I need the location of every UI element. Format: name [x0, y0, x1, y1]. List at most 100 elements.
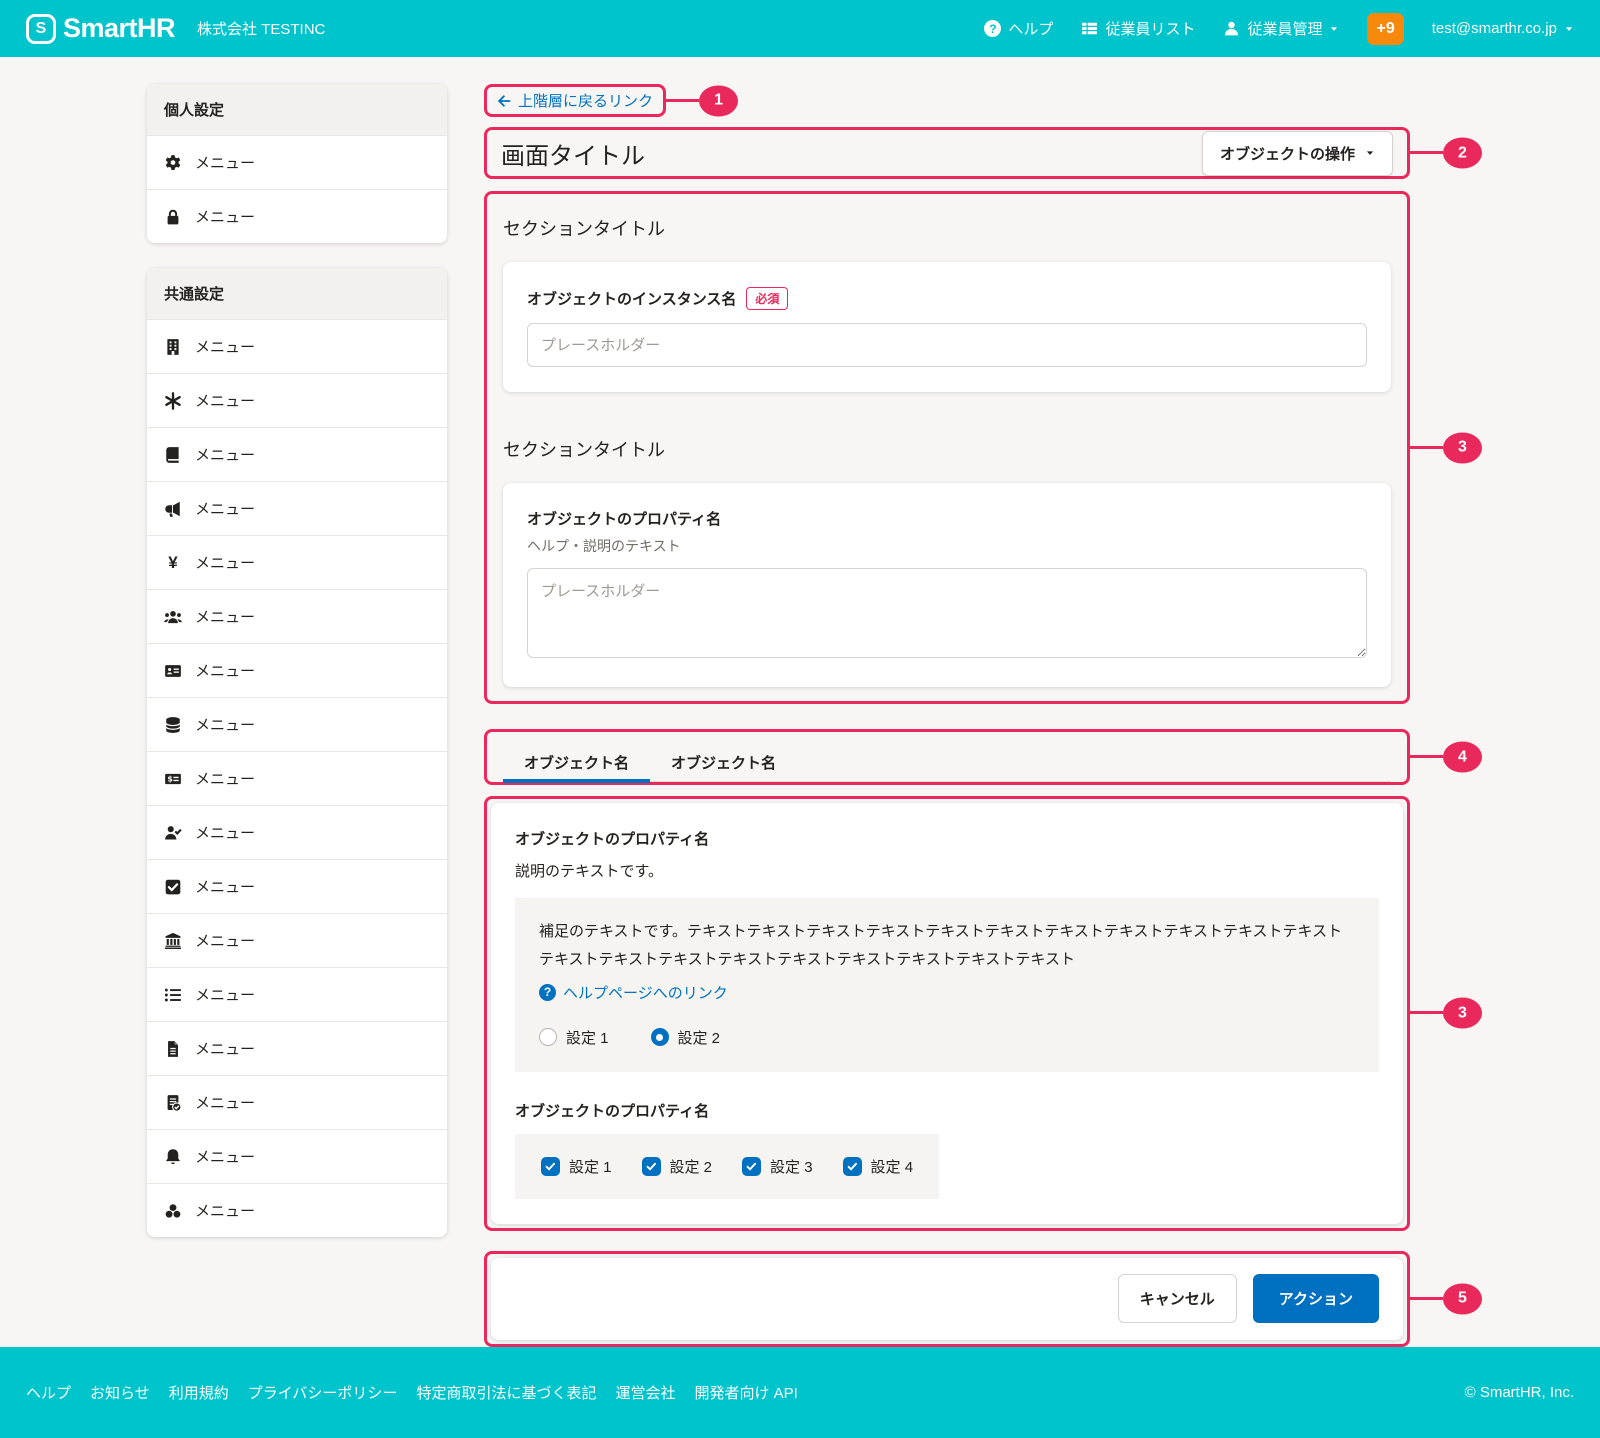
annotation-number-badge: 5 — [1443, 1283, 1482, 1314]
sidebar-item-menu[interactable]: メニュー — [147, 1075, 447, 1129]
options-card: オブジェクトのプロパティ名 説明のテキストです。 補足のテキストです。テキストテ… — [491, 803, 1403, 1224]
lock-icon — [164, 208, 182, 226]
sidebar-group-title: 共通設定 — [147, 268, 447, 319]
checkbox-option-3[interactable]: 設定 3 — [742, 1156, 813, 1177]
yen-icon: ¥ — [164, 553, 182, 573]
annotation-connector — [1407, 1011, 1443, 1014]
app-header: S SmartHR 株式会社 TESTINC ? ヘルプ 従業員リスト 従業員管… — [0, 0, 1600, 57]
radio-unchecked-icon — [539, 1028, 557, 1046]
help-nav-link[interactable]: ? ヘルプ — [984, 18, 1053, 39]
supplement-text: 補足のテキストです。テキストテキストテキストテキストテキストテキストテキストテキ… — [539, 918, 1355, 974]
checkbox-checked-icon — [541, 1157, 560, 1176]
sidebar-item-menu[interactable]: メニュー — [147, 913, 447, 967]
sidebar-item-menu[interactable]: メニュー — [147, 1021, 447, 1075]
sidebar-item-menu[interactable]: メニュー — [147, 373, 447, 427]
sidebar-item-menu[interactable]: メニュー — [147, 805, 447, 859]
checkbox-checked-icon — [742, 1157, 761, 1176]
money-check-icon: $ — [164, 770, 182, 788]
employee-admin-menu[interactable]: 従業員管理 — [1223, 18, 1339, 39]
annotation-number-badge: 2 — [1443, 138, 1482, 169]
annotation-box-tabs: オブジェクト名 オブジェクト名 4 — [484, 729, 1410, 785]
app-footer: ヘルプ お知らせ 利用規約 プライバシーポリシー 特定商取引法に基づく表記 運営… — [0, 1347, 1600, 1438]
arrow-left-icon — [497, 94, 511, 108]
annotation-box-page-title: 画面タイトル オブジェクトの操作 2 — [484, 127, 1410, 179]
company-name: 株式会社 TESTINC — [197, 18, 325, 39]
page-title: 画面タイトル — [501, 136, 645, 171]
instance-name-input[interactable] — [527, 323, 1367, 367]
footer-link-news[interactable]: お知らせ — [90, 1382, 150, 1403]
help-page-link[interactable]: ? ヘルプページへのリンク — [539, 982, 728, 1003]
tab-object-1[interactable]: オブジェクト名 — [503, 741, 650, 783]
footer-links: ヘルプ お知らせ 利用規約 プライバシーポリシー 特定商取引法に基づく表記 運営… — [26, 1382, 798, 1403]
bullhorn-icon — [164, 500, 182, 518]
account-menu[interactable]: test@smarthr.co.jp — [1432, 20, 1574, 37]
sidebar-item-menu[interactable]: メニュー — [147, 643, 447, 697]
asterisk-icon — [164, 392, 182, 410]
checkbox-option-1[interactable]: 設定 1 — [541, 1156, 612, 1177]
sidebar-item-menu[interactable]: メニュー — [147, 481, 447, 535]
copyright: © SmartHR, Inc. — [1465, 1384, 1574, 1401]
question-circle-icon: ? — [539, 984, 556, 1001]
radio-option-1[interactable]: 設定 1 — [539, 1027, 609, 1048]
sidebar-item-menu[interactable]: メニュー — [147, 189, 447, 243]
users-icon — [164, 608, 182, 626]
footer-link-commerce-law[interactable]: 特定商取引法に基づく表記 — [416, 1382, 596, 1403]
sidebar-item-menu[interactable]: メニュー — [147, 859, 447, 913]
footer-link-terms[interactable]: 利用規約 — [169, 1382, 229, 1403]
sidebar-item-menu[interactable]: メニュー — [147, 319, 447, 373]
checkbox-option-4[interactable]: 設定 4 — [843, 1156, 914, 1177]
sidebar-item-menu[interactable]: $ メニュー — [147, 751, 447, 805]
radio-group: 設定 1 設定 2 — [539, 1027, 1355, 1048]
action-button[interactable]: アクション — [1253, 1274, 1379, 1323]
sidebar-item-menu[interactable]: メニュー — [147, 1129, 447, 1183]
footer-link-help[interactable]: ヘルプ — [26, 1382, 71, 1403]
footer-link-company[interactable]: 運営会社 — [615, 1382, 675, 1403]
sidebar-item-menu[interactable]: ¥ メニュー — [147, 535, 447, 589]
database-icon — [164, 716, 182, 734]
tab-bar: オブジェクト名 オブジェクト名 — [503, 741, 1391, 782]
back-to-parent-link[interactable]: 上階層に戻るリンク — [497, 90, 653, 111]
sidebar: 個人設定 メニュー メニュー 共通設定 メニュー メニュー メニュー — [147, 84, 447, 1262]
annotation-connector — [1407, 755, 1443, 758]
file-icon — [164, 1040, 182, 1058]
checkbox-group: 設定 1 設定 2 設定 3 設定 4 — [515, 1134, 939, 1199]
tab-object-2[interactable]: オブジェクト名 — [650, 741, 797, 783]
smarthr-logo-icon: S — [26, 14, 56, 44]
id-card-icon — [164, 662, 182, 680]
user-check-icon — [164, 824, 182, 842]
action-bar: キャンセル アクション — [491, 1258, 1403, 1340]
notification-count-badge[interactable]: +9 — [1367, 13, 1403, 45]
employee-list-nav-link[interactable]: 従業員リスト — [1081, 18, 1195, 39]
sidebar-item-menu[interactable]: メニュー — [147, 697, 447, 751]
annotation-box-action-bar: キャンセル アクション 5 — [484, 1251, 1410, 1347]
cancel-button[interactable]: キャンセル — [1118, 1274, 1237, 1323]
sidebar-item-menu[interactable]: メニュー — [147, 427, 447, 481]
form-card-instance-name: オブジェクトのインスタンス名 必須 — [503, 262, 1391, 392]
back-link-row: 上階層に戻るリンク 1 — [484, 84, 1410, 117]
annotation-number-badge: 3 — [1443, 432, 1482, 463]
object-action-dropdown-button[interactable]: オブジェクトの操作 — [1202, 131, 1393, 176]
footer-link-developer-api[interactable]: 開発者向け API — [694, 1382, 797, 1403]
chevron-down-icon — [1365, 148, 1375, 158]
field-label: オブジェクトのプロパティ名 — [515, 1100, 1379, 1121]
sidebar-item-menu[interactable]: メニュー — [147, 1183, 447, 1237]
field-label: オブジェクトのプロパティ名 — [515, 828, 709, 849]
user-icon — [1223, 20, 1240, 37]
sidebar-item-menu[interactable]: メニュー — [147, 135, 447, 189]
sidebar-item-menu[interactable]: メニュー — [147, 967, 447, 1021]
footer-link-privacy[interactable]: プライバシーポリシー — [248, 1382, 398, 1403]
question-circle-icon: ? — [984, 20, 1001, 37]
checkbox-option-2[interactable]: 設定 2 — [642, 1156, 713, 1177]
field-label: オブジェクトのプロパティ名 — [527, 508, 721, 529]
annotation-number-badge: 3 — [1443, 998, 1482, 1029]
sidebar-item-menu[interactable]: メニュー — [147, 589, 447, 643]
property-textarea[interactable] — [527, 568, 1367, 658]
sidebar-group-title: 個人設定 — [147, 84, 447, 135]
header-nav: ? ヘルプ 従業員リスト 従業員管理 +9 test@smarthr.co.jp — [984, 13, 1574, 45]
file-check-icon — [164, 1094, 182, 1112]
supplement-box: 補足のテキストです。テキストテキストテキストテキストテキストテキストテキストテキ… — [515, 898, 1379, 1072]
radio-option-2[interactable]: 設定 2 — [651, 1027, 721, 1048]
annotation-connector — [663, 99, 699, 102]
annotation-box-back-link: 上階層に戻るリンク 1 — [484, 84, 666, 117]
landmark-icon — [164, 932, 182, 950]
